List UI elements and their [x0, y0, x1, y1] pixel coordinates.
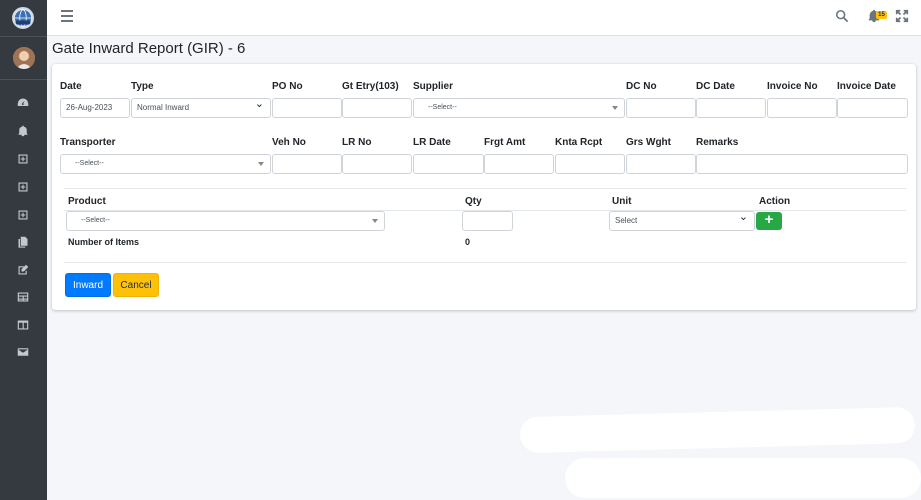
redaction-mark	[519, 406, 916, 454]
lr-date-field[interactable]	[413, 154, 484, 174]
add-item-button[interactable]: +	[756, 212, 782, 230]
user-avatar[interactable]	[13, 47, 35, 69]
frgt-amt-field[interactable]	[484, 154, 554, 174]
sidebar-divider	[0, 36, 47, 37]
sidebar	[0, 0, 47, 500]
page-title: Gate Inward Report (GIR) - 6	[52, 40, 246, 57]
dc-date-field[interactable]	[696, 98, 766, 118]
table-icon[interactable]	[14, 288, 32, 306]
invoice-no-field[interactable]	[767, 98, 837, 118]
fullscreen-icon[interactable]	[895, 9, 909, 23]
lr-no-label: LR No	[342, 137, 372, 148]
menu-toggle-icon[interactable]	[61, 10, 73, 22]
knta-rcpt-field[interactable]	[555, 154, 625, 174]
edit-icon[interactable]	[14, 261, 32, 279]
knta-rcpt-label: Knta Rcpt	[555, 137, 603, 148]
plus-square-icon[interactable]	[14, 178, 32, 196]
qty-header: Qty	[465, 196, 482, 207]
grs-wght-field[interactable]	[626, 154, 696, 174]
notification-count-badge: 15	[876, 11, 887, 19]
unit-header: Unit	[612, 196, 632, 207]
dc-date-label: DC Date	[696, 81, 735, 92]
grs-wght-label: Grs Wght	[626, 137, 671, 148]
cancel-button[interactable]: Cancel	[113, 273, 159, 297]
redaction-mark	[565, 458, 921, 498]
inward-button[interactable]: Inward	[65, 273, 111, 297]
invoice-no-label: Invoice No	[767, 81, 818, 92]
supplier-select[interactable]: --Select--	[413, 98, 625, 118]
remarks-field[interactable]	[696, 154, 908, 174]
qty-field[interactable]	[462, 211, 513, 231]
sidebar-divider	[0, 79, 47, 80]
section-divider	[64, 188, 906, 189]
columns-icon[interactable]	[14, 316, 32, 334]
gate-inward-form-card: Date Type PO No Gt Etry(103) Supplier DC…	[52, 64, 916, 310]
envelope-icon[interactable]	[14, 343, 32, 361]
transporter-label: Transporter	[60, 137, 116, 148]
dashboard-icon[interactable]	[14, 94, 32, 112]
po-no-label: PO No	[272, 81, 303, 92]
search-icon[interactable]	[835, 9, 849, 23]
section-divider	[64, 262, 906, 263]
copy-icon[interactable]	[14, 233, 32, 251]
transporter-select[interactable]: --Select--	[60, 154, 271, 174]
action-header: Action	[759, 196, 791, 207]
veh-no-label: Veh No	[272, 137, 306, 148]
number-of-items-label: Number of Items	[68, 237, 140, 247]
dc-no-field[interactable]	[626, 98, 696, 118]
supplier-label: Supplier	[413, 81, 454, 92]
remarks-label: Remarks	[696, 137, 739, 148]
invoice-date-label: Invoice Date	[837, 81, 896, 92]
plus-square-icon[interactable]	[14, 150, 32, 168]
date-field[interactable]: 26-Aug-2023	[60, 98, 130, 118]
type-label: Type	[131, 81, 154, 92]
bell-icon[interactable]	[14, 122, 32, 140]
date-label: Date	[60, 81, 82, 92]
invoice-date-field[interactable]	[837, 98, 908, 118]
product-header: Product	[68, 196, 106, 207]
po-no-field[interactable]	[272, 98, 342, 118]
frgt-amt-label: Frgt Amt	[484, 137, 526, 148]
lr-no-field[interactable]	[342, 154, 412, 174]
veh-no-field[interactable]	[272, 154, 342, 174]
top-navbar: 15	[47, 0, 921, 36]
brand-logo[interactable]	[12, 7, 34, 29]
number-of-items-value: 0	[465, 237, 471, 247]
type-select[interactable]: Normal Inward	[131, 98, 271, 118]
gt-etry-label: Gt Etry(103)	[342, 81, 399, 92]
dc-no-label: DC No	[626, 81, 657, 92]
lr-date-label: LR Date	[413, 137, 451, 148]
product-select[interactable]: --Select--	[66, 211, 385, 231]
gt-etry-field[interactable]	[342, 98, 412, 118]
unit-select[interactable]: Select	[609, 211, 755, 231]
plus-square-icon[interactable]	[14, 206, 32, 224]
